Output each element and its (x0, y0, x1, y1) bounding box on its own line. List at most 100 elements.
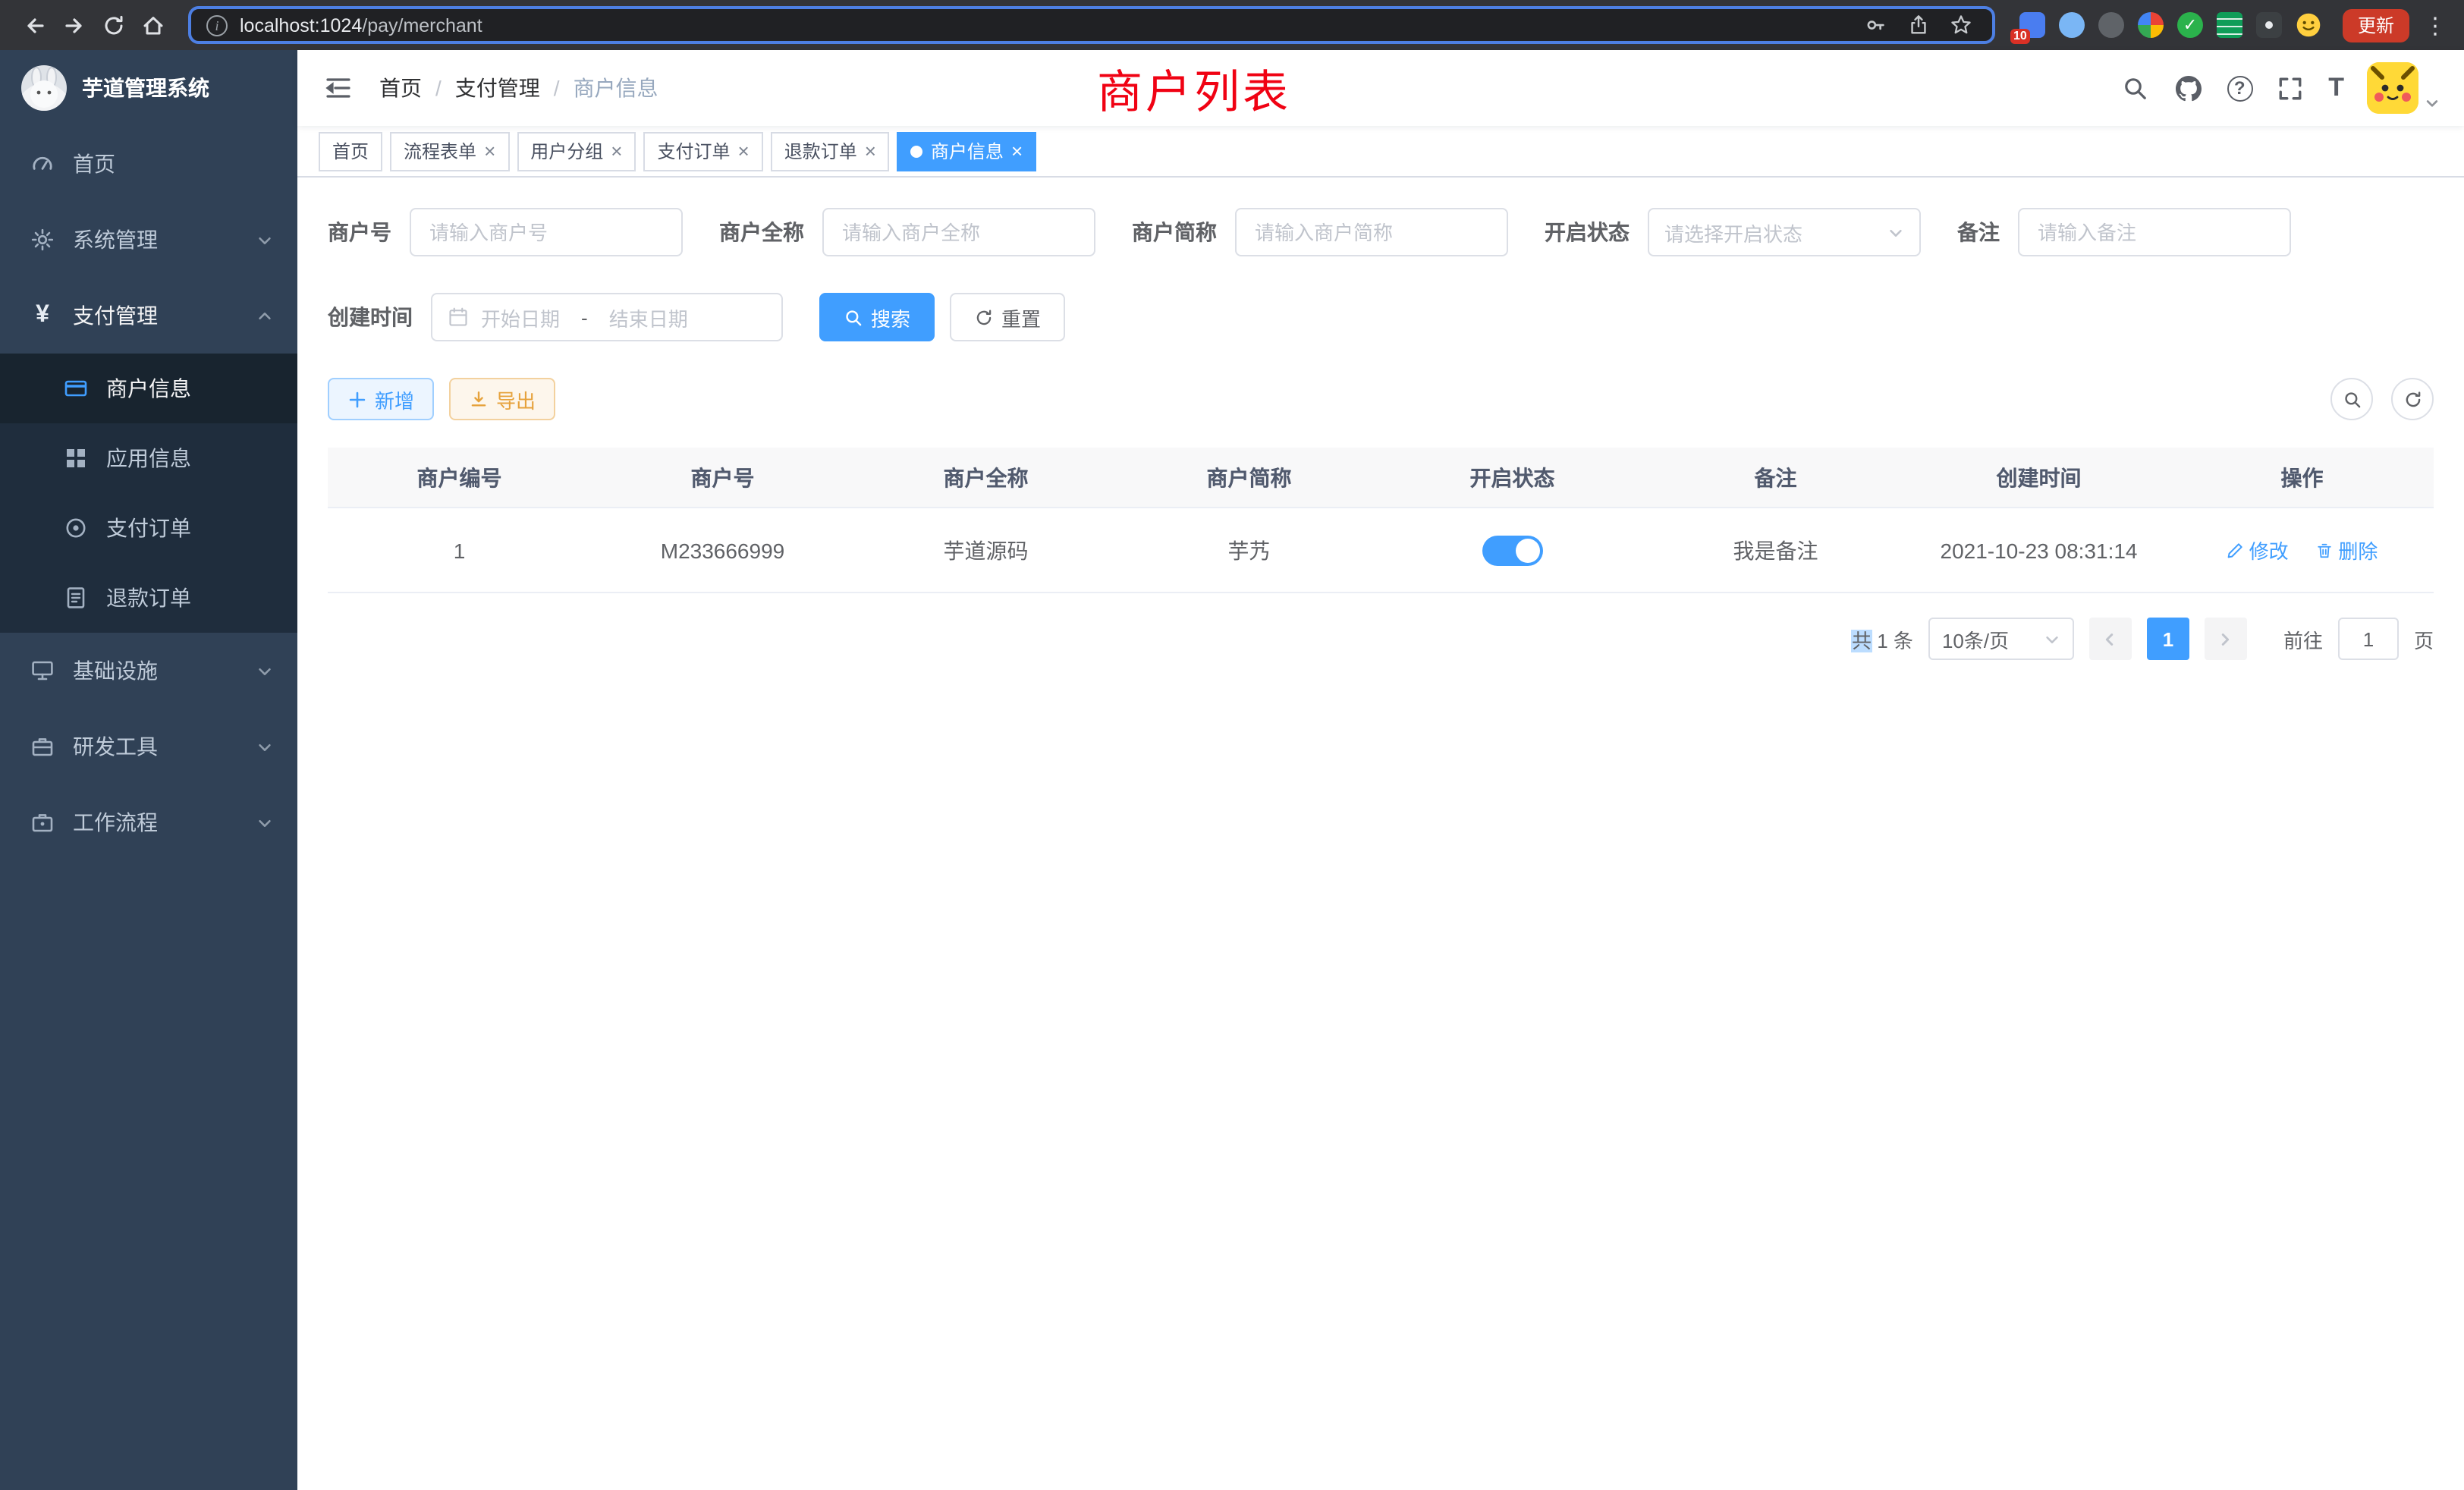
sidebar-item-payment[interactable]: ¥ 支付管理 (0, 278, 297, 354)
short-name-input[interactable] (1235, 208, 1508, 256)
cell-merchant-id: 1 (328, 538, 591, 562)
chevron-up-icon (256, 307, 273, 324)
full-name-input[interactable] (822, 208, 1095, 256)
export-button[interactable]: 导出 (449, 378, 555, 420)
status-toggle[interactable] (1482, 535, 1543, 565)
extension-icon-3[interactable] (2098, 12, 2124, 38)
extension-icon-4[interactable] (2138, 12, 2164, 38)
reset-button[interactable]: 重置 (950, 293, 1065, 341)
tab-close-icon[interactable]: × (738, 141, 750, 161)
search-icon (844, 307, 863, 327)
sidebar-item-home[interactable]: 首页 (0, 126, 297, 202)
browser-forward-button[interactable] (55, 5, 94, 45)
tab-process-form[interactable]: 流程表单 × (390, 131, 509, 171)
bookmark-star-icon[interactable] (1947, 10, 1977, 40)
chevron-left-icon (2102, 630, 2119, 647)
pagination-total-rest: 1 条 (1877, 629, 1913, 652)
status-select[interactable]: 请选择开启状态 (1648, 208, 1921, 256)
browser-reload-button[interactable] (94, 5, 134, 45)
column-header: 操作 (2170, 462, 2434, 492)
tab-refund-order[interactable]: 退款订单× (771, 131, 890, 171)
tab-merchant-info[interactable]: 商户信息× (897, 131, 1036, 171)
create-time-range-picker[interactable]: 开始日期 - 结束日期 (431, 293, 783, 341)
add-button[interactable]: 新增 (328, 378, 434, 420)
hamburger-icon[interactable] (322, 71, 355, 105)
extension-icon-8[interactable] (2296, 12, 2321, 38)
app-logo[interactable]: 芋道管理系统 (0, 50, 297, 126)
extension-icon-7[interactable] (2256, 12, 2282, 38)
password-key-icon[interactable] (1862, 10, 1892, 40)
extension-icon-5[interactable]: ✓ (2177, 12, 2203, 38)
avatar[interactable] (2367, 62, 2418, 114)
search-icon[interactable] (2120, 73, 2151, 103)
url-host: localhost:1024 (240, 14, 362, 36)
sidebar-item-label: 退款订单 (106, 583, 191, 613)
yuan-icon: ¥ (30, 303, 55, 328)
user-menu[interactable] (2367, 62, 2440, 114)
page-content: 商户号 商户全称 商户简称 开启状态 请选择开启状态 (297, 178, 2464, 1490)
smiley-icon (2296, 12, 2321, 38)
sidebar-item-workflow[interactable]: 工作流程 (0, 784, 297, 860)
font-size-icon[interactable]: T (2328, 73, 2344, 103)
home-icon (141, 13, 165, 37)
breadcrumb-home[interactable]: 首页 (379, 73, 422, 103)
cell-short-name: 芋艿 (1117, 535, 1381, 565)
page-number-1[interactable]: 1 (2147, 618, 2189, 660)
share-icon[interactable] (1904, 10, 1934, 40)
breadcrumb-payment[interactable]: 支付管理 (455, 73, 540, 103)
tab-close-icon[interactable]: × (484, 141, 495, 161)
chevron-down-icon (2044, 630, 2060, 647)
start-date-placeholder: 开始日期 (481, 303, 560, 332)
download-icon (469, 389, 489, 409)
sidebar-item-infrastructure[interactable]: 基础设施 (0, 633, 297, 709)
browser-back-button[interactable] (15, 5, 55, 45)
sidebar-item-app-info[interactable]: 应用信息 (0, 423, 297, 493)
extension-icon-2[interactable] (2059, 12, 2085, 38)
help-icon[interactable]: ? (2227, 75, 2252, 101)
page-size-select[interactable]: 10条/页 (1928, 618, 2074, 660)
tab-user-group[interactable]: 用户分组× (517, 131, 636, 171)
browser-home-button[interactable] (134, 5, 173, 45)
tab-home[interactable]: 首页 (319, 131, 382, 171)
create-time-label: 创建时间 (328, 302, 413, 332)
browser-menu-icon[interactable]: ⋮ (2422, 11, 2449, 39)
refresh-icon (974, 307, 994, 327)
toggle-search-button[interactable] (2330, 378, 2373, 420)
refresh-table-button[interactable] (2391, 378, 2434, 420)
search-button[interactable]: 搜索 (819, 293, 935, 341)
tab-close-icon[interactable]: × (1011, 141, 1023, 161)
cell-create-time: 2021-10-23 08:31:14 (1907, 538, 2170, 562)
prev-page-button[interactable] (2089, 618, 2132, 660)
delete-link[interactable]: 删除 (2315, 536, 2378, 564)
page-size-value: 10条/页 (1942, 624, 2044, 653)
reset-button-label: 重置 (1001, 303, 1041, 332)
edit-link[interactable]: 修改 (2227, 536, 2289, 564)
trash-icon (2315, 541, 2334, 559)
github-icon[interactable] (2173, 73, 2204, 103)
browser-update-button[interactable]: 更新 (2343, 8, 2409, 42)
tab-pay-order[interactable]: 支付订单× (643, 131, 762, 171)
next-page-button[interactable] (2205, 618, 2247, 660)
tab-close-icon[interactable]: × (611, 141, 622, 161)
gear-icon (30, 228, 55, 252)
fullscreen-icon[interactable] (2275, 73, 2305, 103)
extension-icon-6[interactable] (2217, 12, 2242, 38)
sidebar-item-merchant-info[interactable]: 商户信息 (0, 354, 297, 423)
sidebar-item-system[interactable]: 系统管理 (0, 202, 297, 278)
remark-input[interactable] (2018, 208, 2291, 256)
search-button-label: 搜索 (871, 303, 910, 332)
site-info-icon[interactable]: i (206, 14, 228, 36)
sidebar-item-dev-tools[interactable]: 研发工具 (0, 709, 297, 784)
sidebar-item-label: 商户信息 (106, 373, 191, 404)
goto-page-input[interactable] (2338, 618, 2399, 660)
tab-close-icon[interactable]: × (865, 141, 876, 161)
merchant-table: 商户编号 商户号 商户全称 商户简称 开启状态 备注 创建时间 操作 1 M23… (328, 448, 2434, 593)
chevron-down-icon (256, 231, 273, 248)
end-date-placeholder: 结束日期 (609, 303, 688, 332)
merchant-no-input[interactable] (410, 208, 683, 256)
sidebar-item-pay-order[interactable]: 支付订单 (0, 493, 297, 563)
tab-label: 流程表单 (404, 138, 476, 164)
sidebar-item-refund-order[interactable]: 退款订单 (0, 563, 297, 633)
address-bar[interactable]: i localhost:1024 /pay/merchant (188, 6, 1995, 44)
extension-icon-1[interactable]: 10 (2019, 12, 2045, 38)
